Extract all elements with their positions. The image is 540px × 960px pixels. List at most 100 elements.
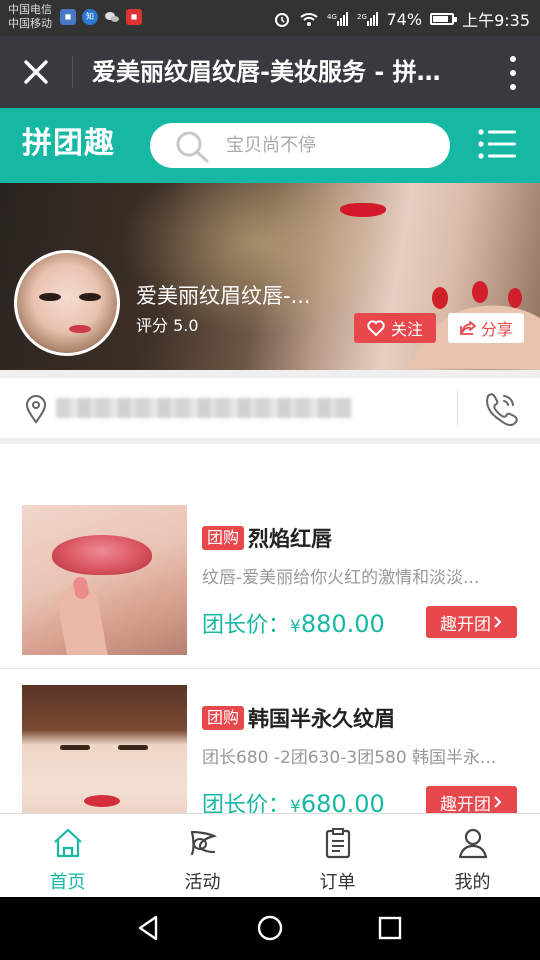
alarm-icon [274,13,289,27]
price-label: 团长价： [202,613,291,638]
home-icon [53,828,82,858]
close-button[interactable] [18,54,54,90]
open-group-label: 趣开团 [440,614,491,635]
currency-symbol: ¥ [290,617,301,637]
tab-label: 订单 [319,872,356,893]
price-value: 680.00 [300,790,385,813]
product-divider [0,668,540,669]
store-name: 爱美丽纹眉纹唇-... [136,284,311,308]
status-right: 4G 2G 74% 上午9:35 [273,7,530,31]
tab-label: 首页 [49,872,86,893]
product-image-lips [84,795,120,807]
wifi-icon [299,13,318,26]
svg-text:4G: 4G [327,13,337,21]
order-icon [325,828,350,859]
app-notification-icon: ◼ [60,9,76,25]
open-group-button[interactable]: 趣开团 [426,786,517,813]
store-rating: 评分 5.0 [136,316,199,335]
share-label: 分享 [480,320,513,339]
recent-apps-icon[interactable] [375,913,405,943]
chevron-right-icon [494,616,502,628]
open-group-button[interactable]: 趣开团 [426,606,517,638]
webview-titlebar: 爱美丽纹眉纹唇-美妆服务 - 拼… [0,36,540,108]
address-redacted [56,398,352,418]
product-image[interactable] [22,685,187,813]
battery-level [433,16,448,22]
news-notification-icon: ◼ [126,9,142,25]
follow-button[interactable]: 关注 [354,313,436,343]
tab-label: 活动 [184,872,221,893]
avatar-mouth [69,325,91,333]
address-row[interactable] [0,378,540,438]
more-dot-icon [510,56,516,62]
titlebar-divider [72,56,73,88]
chevron-right-icon [494,796,502,808]
tab-activity[interactable]: 活动 [135,814,270,897]
group-buy-tag: 团购 [202,526,245,550]
tab-label: 我的 [454,872,491,893]
carrier-1: 中国电信 [8,3,52,16]
section-gap [0,370,540,378]
tab-orders[interactable]: 订单 [270,814,405,897]
zhihu-notification-icon: 知 [82,9,98,25]
product-image-lips [52,535,152,575]
more-dot-icon [510,70,516,76]
close-icon [24,60,48,84]
brand-logo[interactable]: 拼团趣 [22,124,115,164]
user-icon [458,828,487,859]
search-input[interactable] [226,123,436,168]
section-gap [0,438,540,444]
avatar-eye [79,293,101,301]
banner-image-lips [340,203,386,217]
bottom-tab-bar: 首页 活动 订单 我的 [0,813,540,897]
list-menu-icon[interactable] [478,128,516,160]
open-group-label: 趣开团 [440,794,491,814]
product-name: 烈焰红唇 [248,527,333,551]
product-description: 纹唇-爱美丽给你火红的激情和淡淡... [202,568,480,588]
more-menu-button[interactable] [508,56,518,90]
product-card[interactable]: 团购 烈焰红唇 纹唇-爱美丽给你火红的激情和淡淡... 团长价：¥880.00 … [0,505,540,675]
store-avatar[interactable] [14,250,120,356]
status-bar: 中国电信 中国移动 ◼ 知 ◼ 4G 2G 74% 上午9:35 [0,0,540,36]
location-pin-icon [25,395,47,424]
share-button[interactable]: 分享 [448,313,524,343]
group-buy-tag: 团购 [202,706,245,730]
avatar-eye [39,293,61,301]
follow-label: 关注 [390,320,423,339]
share-icon [460,321,476,335]
product-title: 团购 烈焰红唇 [202,523,332,553]
product-price: 团长价：¥880.00 [202,607,385,639]
product-description: 团长680 -2团630-3团580 韩国半永... [202,748,497,768]
home-circle-icon[interactable] [255,913,285,943]
system-navigation-bar [0,897,540,960]
page-title: 爱美丽纹眉纹唇-美妆服务 - 拼… [92,58,441,86]
search-icon [176,131,209,163]
phone-icon[interactable] [480,390,520,428]
notification-icons: ◼ 知 ◼ [60,9,142,25]
tab-home[interactable]: 首页 [0,814,135,897]
more-dot-icon [510,84,516,90]
wechat-notification-icon [104,9,120,25]
signal-4g-icon: 4G [327,12,348,26]
price-label: 团长价： [202,793,291,813]
heart-icon [367,320,385,336]
address-divider [457,390,458,426]
app-header: 拼团趣 [0,108,540,183]
product-title: 团购 韩国半永久纹眉 [202,703,395,733]
product-image[interactable] [22,505,187,655]
carrier-2: 中国移动 [8,17,52,30]
tab-mine[interactable]: 我的 [405,814,540,897]
activity-icon [190,830,217,856]
battery-percent: 74% [386,9,423,29]
clock: 上午9:35 [462,11,530,30]
product-image-brow [60,745,90,750]
back-icon[interactable] [134,913,164,943]
product-card[interactable]: 团购 韩国半永久纹眉 团长680 -2团630-3团580 韩国半永... 团长… [0,685,540,813]
carrier-info: 中国电信 中国移动 [8,3,52,31]
svg-text:2G: 2G [357,13,367,21]
price-value: 880.00 [300,610,385,638]
currency-symbol: ¥ [290,797,301,813]
signal-2g-icon: 2G [357,12,378,26]
search-box[interactable] [150,123,450,168]
product-price: 团长价：¥680.00 [202,787,385,813]
